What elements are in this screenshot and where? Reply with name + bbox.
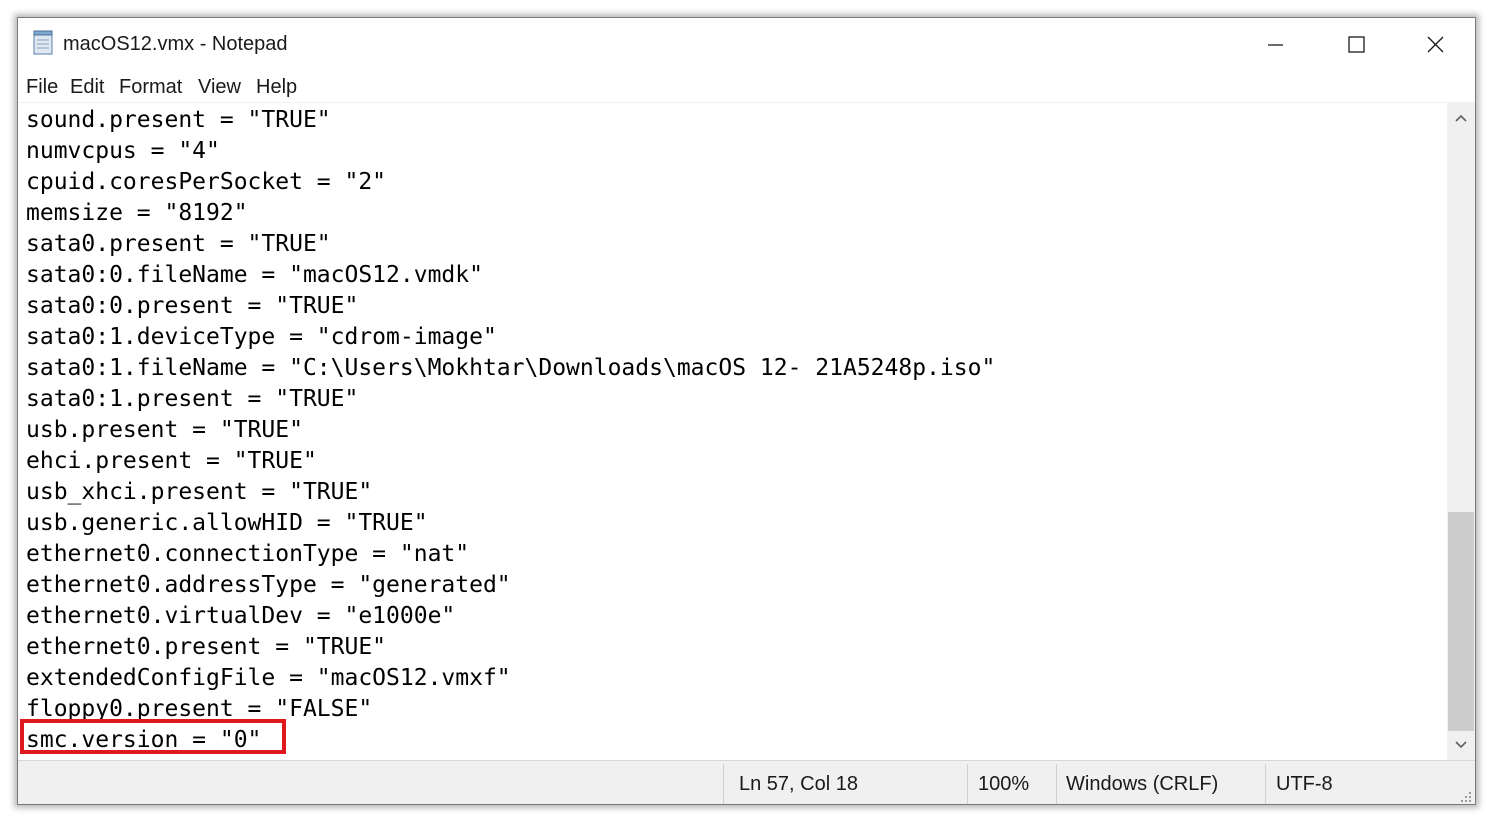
notepad-window: macOS12.vmx - Notepad File Edit Format V… (17, 17, 1476, 805)
editor-line: sata0:1.deviceType = "cdrom-image" (26, 324, 497, 350)
zoom-level: 100% (978, 773, 1030, 795)
editor-line: sata0:0.present = "TRUE" (26, 293, 359, 319)
editor-line: sata0:0.fileName = "macOS12.vmdk" (26, 262, 483, 288)
editor-line: memsize = "8192" (26, 200, 248, 226)
editor-content: sound.present = "TRUE" numvcpus = "4" cp… (26, 105, 995, 756)
minimize-button[interactable] (1235, 18, 1315, 72)
editor-line: sata0:1.fileName = "C:\Users\Mokhtar\Dow… (26, 355, 996, 381)
cursor-position: Ln 57, Col 18 (739, 773, 858, 795)
line-ending: Windows (CRLF) (1066, 773, 1219, 795)
status-separator (1056, 764, 1057, 804)
menu-file[interactable]: File (26, 76, 58, 99)
status-bar: Ln 57, Col 18 100% Windows (CRLF) UTF-8 (18, 760, 1475, 804)
window-title: macOS12.vmx - Notepad (63, 33, 288, 55)
scroll-thumb[interactable] (1448, 512, 1474, 731)
editor-line: ethernet0.addressType = "generated" (26, 572, 511, 598)
editor-line: cpuid.coresPerSocket = "2" (26, 169, 387, 195)
chevron-up-icon (1455, 114, 1467, 122)
menu-edit[interactable]: Edit (70, 76, 104, 99)
scroll-down-button[interactable] (1447, 730, 1475, 760)
maximize-button[interactable] (1315, 18, 1395, 72)
close-button[interactable] (1395, 18, 1475, 72)
editor-line: usb_xhci.present = "TRUE" (26, 479, 373, 505)
text-editor[interactable]: sound.present = "TRUE" numvcpus = "4" cp… (18, 103, 1447, 760)
menu-help[interactable]: Help (256, 76, 297, 99)
editor-line: ehci.present = "TRUE" (26, 448, 317, 474)
vertical-scrollbar[interactable] (1447, 103, 1475, 760)
scroll-up-button[interactable] (1447, 103, 1475, 133)
editor-line: ethernet0.connectionType = "nat" (26, 541, 470, 567)
maximize-icon (1348, 36, 1365, 53)
editor-line: sata0.present = "TRUE" (26, 231, 331, 257)
editor-line: usb.present = "TRUE" (26, 417, 303, 443)
title-bar[interactable]: macOS12.vmx - Notepad (18, 18, 1475, 72)
editor-line: ethernet0.virtualDev = "e1000e" (26, 603, 456, 629)
editor-line: sound.present = "TRUE" (26, 107, 331, 133)
status-separator (723, 764, 724, 804)
highlight-box (20, 719, 286, 754)
close-icon (1427, 36, 1444, 53)
menu-view[interactable]: View (198, 76, 241, 99)
minimize-icon (1268, 44, 1283, 46)
menu-format[interactable]: Format (119, 76, 182, 99)
resize-grip-icon[interactable] (1458, 789, 1472, 803)
menu-bar: File Edit Format View Help (18, 72, 1475, 103)
editor-line: ethernet0.present = "TRUE" (26, 634, 387, 660)
editor-line: usb.generic.allowHID = "TRUE" (26, 510, 428, 536)
notepad-icon (32, 30, 54, 55)
editor-line: numvcpus = "4" (26, 138, 220, 164)
status-separator (967, 764, 968, 804)
chevron-down-icon (1455, 741, 1467, 749)
status-separator (1265, 764, 1266, 804)
editor-line: extendedConfigFile = "macOS12.vmxf" (26, 665, 511, 691)
editor-line: sata0:1.present = "TRUE" (26, 386, 359, 412)
encoding: UTF-8 (1276, 773, 1333, 795)
